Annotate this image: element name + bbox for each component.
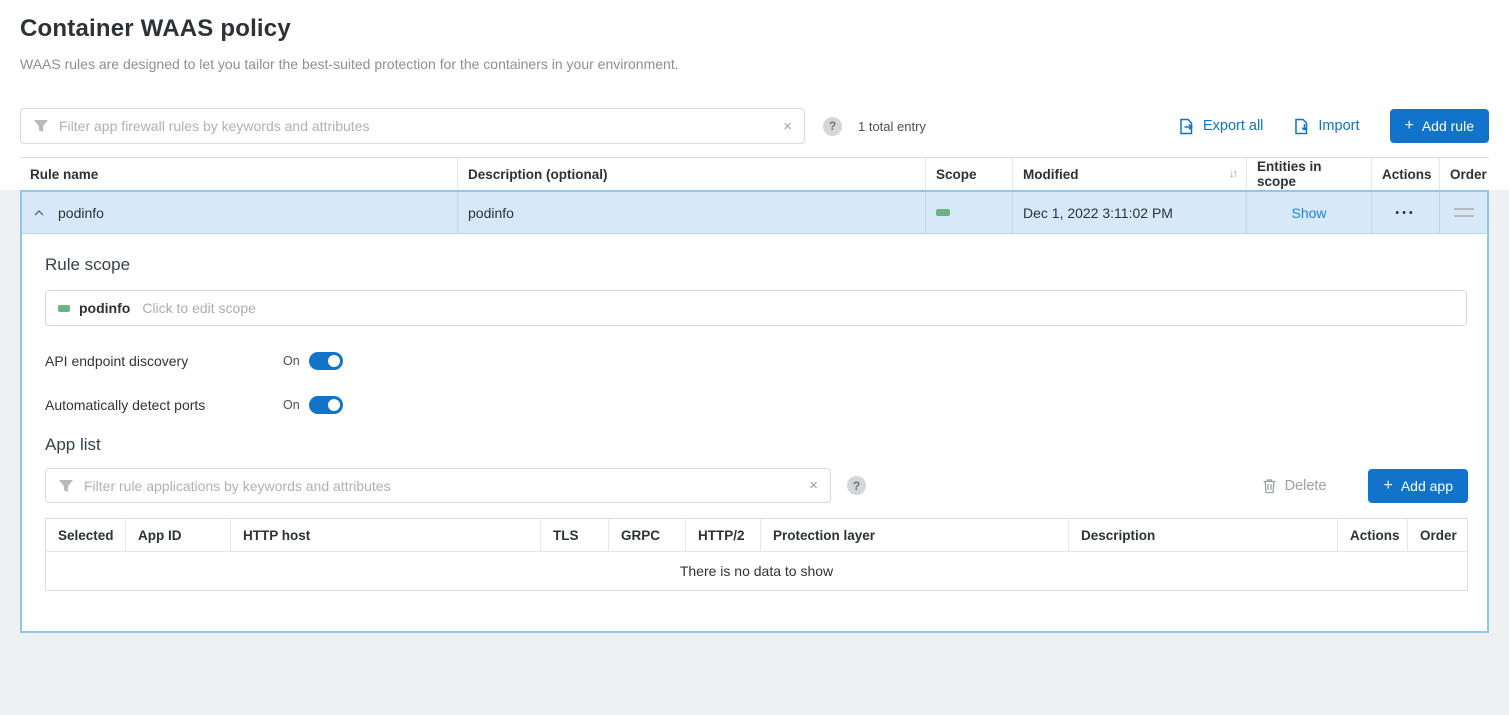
column-header-rule-name[interactable]: Rule name	[20, 158, 458, 190]
rule-entities-cell: Show	[1247, 192, 1372, 233]
column-header-http2: HTTP/2	[686, 519, 761, 551]
import-label: Import	[1318, 118, 1359, 134]
page-subtitle: WAAS rules are designed to let you tailo…	[20, 56, 1489, 72]
rule-name: podinfo	[58, 205, 104, 221]
column-header-tls: TLS	[541, 519, 609, 551]
auto-detect-ports-toggle[interactable]	[309, 396, 343, 414]
rule-scope-heading: Rule scope	[45, 255, 1468, 275]
total-entries: 1 total entry	[858, 119, 926, 134]
scope-chip-icon	[58, 305, 70, 312]
column-header-app-id: App ID	[126, 519, 231, 551]
app-list-toolbar: × ? Delete + Add app	[45, 468, 1468, 503]
column-header-grpc: GRPC	[609, 519, 686, 551]
rule-scope-cell	[926, 192, 1013, 233]
add-app-button[interactable]: + Add app	[1368, 469, 1468, 503]
actions-ellipsis-icon[interactable]: •••	[1395, 207, 1416, 219]
app-filter-help-icon[interactable]: ?	[847, 476, 866, 495]
scope-editor[interactable]: podinfo Click to edit scope	[45, 290, 1467, 326]
api-endpoint-discovery-row: API endpoint discovery On	[45, 352, 1468, 370]
clear-filter-icon[interactable]: ×	[807, 478, 820, 493]
plus-icon: +	[1383, 478, 1392, 494]
apps-table: Selected App ID HTTP host TLS GRPC HTTP/…	[45, 518, 1468, 591]
column-header-actions: Actions	[1372, 158, 1440, 190]
show-entities-link[interactable]: Show	[1291, 205, 1326, 221]
filter-funnel-icon	[58, 479, 74, 493]
expanded-rule-panel: podinfo podinfo Dec 1, 2022 3:11:02 PM S…	[20, 190, 1489, 633]
page-header: Container WAAS policy WAAS rules are des…	[0, 0, 1509, 190]
add-rule-label: Add rule	[1422, 118, 1474, 134]
delete-app-button[interactable]: Delete	[1262, 478, 1327, 494]
column-header-modified[interactable]: Modified ↓↑	[1013, 158, 1247, 190]
rule-name-cell: podinfo	[22, 192, 458, 233]
modified-label: Modified	[1023, 167, 1079, 182]
apps-empty-message: There is no data to show	[46, 551, 1467, 590]
export-icon	[1178, 118, 1195, 135]
app-filter-box[interactable]: ×	[45, 468, 831, 503]
filter-funnel-icon	[33, 119, 49, 133]
rule-detail: Rule scope podinfo Click to edit scope A…	[22, 234, 1487, 631]
import-icon	[1293, 118, 1310, 135]
column-header-order: Order	[1408, 519, 1467, 551]
column-header-protection-layer: Protection layer	[761, 519, 1069, 551]
delete-label: Delete	[1285, 478, 1327, 494]
export-all-button[interactable]: Export all	[1178, 118, 1263, 135]
app-filter-input[interactable]	[84, 478, 807, 494]
sort-icon[interactable]: ↓↑	[1229, 168, 1236, 180]
rules-table-header: Rule name Description (optional) Scope M…	[20, 157, 1489, 190]
rule-modified-cell: Dec 1, 2022 3:11:02 PM	[1013, 192, 1247, 233]
column-header-description[interactable]: Description (optional)	[458, 158, 926, 190]
apps-table-header: Selected App ID HTTP host TLS GRPC HTTP/…	[46, 519, 1467, 551]
column-header-actions: Actions	[1338, 519, 1408, 551]
scope-chip-label[interactable]: podinfo	[79, 300, 130, 316]
rules-filter-box[interactable]: ×	[20, 108, 805, 144]
auto-detect-ports-label: Automatically detect ports	[45, 397, 283, 413]
rule-order-cell	[1440, 192, 1487, 233]
import-button[interactable]: Import	[1293, 118, 1359, 135]
add-rule-button[interactable]: + Add rule	[1390, 109, 1490, 143]
column-header-entities-in-scope: Entities in scope	[1247, 158, 1372, 190]
api-endpoint-discovery-toggle[interactable]	[309, 352, 343, 370]
drag-handle-icon[interactable]	[1454, 208, 1474, 217]
rule-description-cell: podinfo	[458, 192, 926, 233]
auto-detect-ports-state: On	[283, 398, 300, 412]
plus-icon: +	[1405, 118, 1414, 134]
scope-placeholder: Click to edit scope	[142, 300, 256, 316]
column-header-description: Description	[1069, 519, 1338, 551]
chevron-up-icon[interactable]	[34, 210, 44, 216]
column-header-order: Order	[1440, 158, 1489, 190]
app-list-heading: App list	[45, 435, 1468, 455]
export-all-label: Export all	[1203, 118, 1263, 134]
rule-row-podinfo[interactable]: podinfo podinfo Dec 1, 2022 3:11:02 PM S…	[22, 192, 1487, 234]
column-header-http-host: HTTP host	[231, 519, 541, 551]
trash-icon	[1262, 478, 1277, 494]
column-header-scope[interactable]: Scope	[926, 158, 1013, 190]
rules-toolbar: × ? 1 total entry Export all Import + Ad…	[20, 108, 1489, 144]
api-endpoint-discovery-label: API endpoint discovery	[45, 353, 283, 369]
add-app-label: Add app	[1401, 478, 1453, 494]
scope-chip-icon[interactable]	[936, 209, 950, 216]
rules-filter-input[interactable]	[59, 118, 781, 134]
clear-filter-icon[interactable]: ×	[781, 119, 794, 134]
column-header-selected: Selected	[46, 519, 126, 551]
page-title: Container WAAS policy	[20, 15, 1489, 43]
rule-actions-cell: •••	[1372, 192, 1440, 233]
api-endpoint-discovery-state: On	[283, 354, 300, 368]
filter-help-icon[interactable]: ?	[823, 117, 842, 136]
auto-detect-ports-row: Automatically detect ports On	[45, 396, 1468, 414]
